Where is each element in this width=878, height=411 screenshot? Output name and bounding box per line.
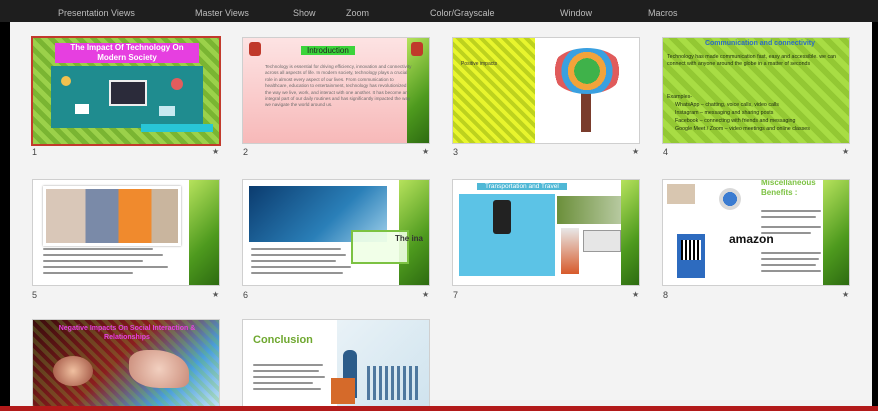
- slide-10-title: Conclusion: [253, 334, 313, 346]
- slide-thumbnail-2[interactable]: Introduction Technology is essential for…: [242, 37, 430, 144]
- slide-4-examples-label: Examples-: [667, 94, 693, 100]
- ribbon-view-groups: Presentation Views Master Views Show Zoo…: [0, 0, 878, 22]
- slide-number-2: 2: [243, 147, 249, 157]
- slide-4-star-icon: ★: [842, 147, 850, 156]
- slide-number-4: 4: [663, 147, 669, 157]
- slide-8-star-icon: ★: [842, 290, 850, 299]
- slide-1-image: [51, 66, 203, 128]
- slide-thumbnail-9[interactable]: Negative Impacts On Social Interaction &…: [32, 319, 220, 406]
- slide-4-body: Technology has made communication fast, …: [667, 54, 837, 67]
- slide-5-photo: [43, 186, 181, 246]
- slide-thumbnail-4[interactable]: Communication and connectivity Technolog…: [662, 37, 850, 144]
- slide-4-title: Communication and connectivity: [704, 40, 816, 47]
- ribbon-group-zoom: Zoom: [346, 8, 370, 18]
- slide-thumbnail-6[interactable]: The ina: [242, 179, 430, 286]
- slide-6-star-icon: ★: [422, 290, 430, 299]
- slide-number-7: 7: [453, 290, 459, 300]
- slide-6-overlay-text: The ina: [395, 234, 424, 243]
- slide-number-5: 5: [32, 290, 38, 300]
- slide-thumbnail-1[interactable]: The Impact Of Technology On Modern Socie…: [31, 36, 221, 146]
- slide-number-3: 3: [453, 147, 459, 157]
- slide-sorter-view[interactable]: The Impact Of Technology On Modern Socie…: [10, 22, 872, 406]
- slide-number-1: 1: [32, 147, 38, 157]
- ribbon-group-master-views: Master Views: [195, 8, 249, 18]
- ribbon-group-window: Window: [560, 8, 593, 18]
- slide-4-example-1: WhatsApp – chatting, voice calls, video …: [675, 102, 779, 108]
- slide-2-star-icon: ★: [422, 147, 430, 156]
- slide-3-star-icon: ★: [632, 147, 640, 156]
- slide-thumbnail-5[interactable]: [32, 179, 220, 286]
- slide-7-title: Transportation and Travel: [477, 183, 567, 190]
- slide-2-body: Technology is essential for driving effi…: [265, 64, 412, 108]
- slide-8-title: Miscellaneous Benefits :: [761, 179, 816, 197]
- slide-2-title: Introduction: [301, 46, 355, 55]
- slide-1-star-icon: ★: [212, 147, 220, 156]
- slide-3-title: Positive impacts: [461, 61, 498, 67]
- slide-4-example-4: Google Meet / Zoom – video meetings and …: [675, 126, 810, 132]
- slide-4-example-3: Facebook – connecting with friends and m…: [675, 118, 796, 124]
- slide-9-title: Negative Impacts On Social Interaction &…: [58, 325, 196, 341]
- bottom-accent-bar: [0, 406, 878, 411]
- ribbon-group-color-grayscale: Color/Grayscale: [430, 8, 495, 18]
- ribbon-group-macros: Macros: [648, 8, 678, 18]
- ribbon-group-presentation-views: Presentation Views: [58, 8, 135, 18]
- slide-5-star-icon: ★: [212, 290, 220, 299]
- slide-thumbnail-8[interactable]: Miscellaneous Benefits : amazon: [662, 179, 850, 286]
- slide-4-example-2: Instagram – messaging and sharing posts: [675, 110, 774, 116]
- slide-thumbnail-3[interactable]: Positive impacts: [452, 37, 640, 144]
- slide-thumbnail-7[interactable]: Transportation and Travel: [452, 179, 640, 286]
- slide-7-star-icon: ★: [632, 290, 640, 299]
- slide-number-6: 6: [243, 290, 249, 300]
- slide-8-brand: amazon: [729, 232, 774, 246]
- slide-thumbnail-10[interactable]: Conclusion: [242, 319, 430, 406]
- slide-1-title: The Impact Of Technology On Modern Socie…: [55, 43, 199, 63]
- ribbon-group-show: Show: [293, 8, 316, 18]
- slide-number-8: 8: [663, 290, 669, 300]
